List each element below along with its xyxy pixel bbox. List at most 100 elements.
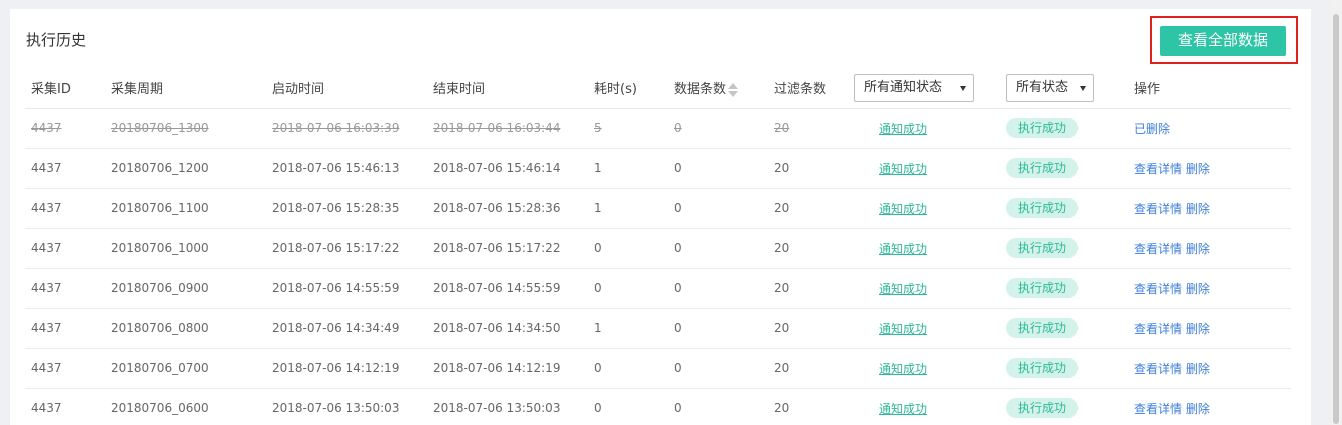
delete-link[interactable]: 删除 [1186, 162, 1210, 176]
status-badge: 执行成功 [1006, 198, 1079, 218]
table-row: 4437 20180706_1300 2018-07-06 16:03:39 2… [25, 108, 1291, 149]
cell-action: 查看详情 删除 [1128, 268, 1291, 309]
view-detail-link[interactable]: 查看详情 [1134, 162, 1182, 176]
table-body: 4437 20180706_1300 2018-07-06 16:03:39 2… [25, 108, 1291, 425]
cell-action: 查看详情 删除 [1128, 348, 1291, 389]
col-header-end: 结束时间 [427, 68, 588, 109]
status-badge: 执行成功 [1006, 118, 1079, 138]
cell-end: 2018-07-06 15:17:22 [427, 228, 588, 269]
delete-link[interactable]: 删除 [1186, 282, 1210, 296]
cell-count: 0 [668, 188, 768, 229]
cell-filter: 20 [768, 348, 848, 389]
cell-notify: 通知成功 [848, 308, 1000, 349]
cell-count: 0 [668, 388, 768, 425]
cell-count: 0 [668, 148, 768, 189]
caret-down-icon [1080, 85, 1086, 91]
cell-filter: 20 [768, 228, 848, 269]
col-header-action: 操作 [1128, 68, 1291, 109]
history-table: 采集ID 采集周期 启动时间 结束时间 耗时(s) 数据条数 过滤条数 所有通知… [25, 68, 1291, 425]
notify-status-link[interactable]: 通知成功 [879, 402, 927, 416]
cell-action: 查看详情 删除 [1128, 308, 1291, 349]
cell-notify: 通知成功 [848, 388, 1000, 425]
vertical-scrollbar[interactable] [1330, 0, 1342, 425]
cell-filter: 20 [768, 148, 848, 189]
status-badge: 执行成功 [1006, 318, 1079, 338]
cell-end: 2018-07-06 14:55:59 [427, 268, 588, 309]
cell-notify: 通知成功 [848, 188, 1000, 229]
cell-period: 20180706_0900 [105, 268, 266, 309]
delete-link[interactable]: 删除 [1186, 362, 1210, 376]
deleted-label: 已删除 [1134, 121, 1171, 136]
cell-filter: 20 [768, 108, 848, 149]
notify-status-link[interactable]: 通知成功 [879, 282, 927, 296]
view-detail-link[interactable]: 查看详情 [1134, 362, 1182, 376]
cell-start: 2018-07-06 14:34:49 [266, 308, 427, 349]
notify-status-link[interactable]: 通知成功 [879, 322, 927, 336]
cell-id: 4437 [25, 348, 105, 389]
view-detail-link[interactable]: 查看详情 [1134, 322, 1182, 336]
cell-start: 2018-07-06 15:17:22 [266, 228, 427, 269]
notify-status-select[interactable]: 所有通知状态 [854, 73, 974, 102]
table-row: 4437 20180706_0600 2018-07-06 13:50:03 2… [25, 388, 1291, 425]
table-header: 采集ID 采集周期 启动时间 结束时间 耗时(s) 数据条数 过滤条数 所有通知… [25, 68, 1291, 109]
sort-icon[interactable] [728, 82, 739, 98]
cell-end: 2018-07-06 15:46:14 [427, 148, 588, 189]
view-detail-link[interactable]: 查看详情 [1134, 282, 1182, 296]
status-badge: 执行成功 [1006, 358, 1079, 378]
table-row: 4437 20180706_0900 2018-07-06 14:55:59 2… [25, 268, 1291, 309]
cell-duration: 5 [588, 108, 668, 149]
delete-link[interactable]: 删除 [1186, 402, 1210, 416]
notify-status-link[interactable]: 通知成功 [879, 242, 927, 256]
notify-status-link[interactable]: 通知成功 [879, 122, 927, 136]
cell-start: 2018-07-06 14:55:59 [266, 268, 427, 309]
col-header-notify: 所有通知状态 [848, 68, 1000, 109]
cell-duration: 0 [588, 268, 668, 309]
cell-period: 20180706_0600 [105, 388, 266, 425]
col-header-filter: 过滤条数 [768, 68, 848, 109]
col-header-status: 所有状态 [1000, 68, 1128, 109]
table-row: 4437 20180706_1100 2018-07-06 15:28:35 2… [25, 188, 1291, 229]
delete-link[interactable]: 删除 [1186, 202, 1210, 216]
cell-end: 2018-07-06 16:03:44 [427, 108, 588, 149]
status-select-value: 所有状态 [1016, 79, 1069, 95]
table-row: 4437 20180706_1000 2018-07-06 15:17:22 2… [25, 228, 1291, 269]
cell-duration: 0 [588, 348, 668, 389]
cell-status: 执行成功 [1000, 348, 1128, 389]
status-badge: 执行成功 [1006, 398, 1079, 418]
scrollbar-thumb[interactable] [1333, 14, 1339, 424]
status-badge: 执行成功 [1006, 158, 1079, 178]
cell-notify: 通知成功 [848, 348, 1000, 389]
notify-status-link[interactable]: 通知成功 [879, 162, 927, 176]
notify-status-link[interactable]: 通知成功 [879, 202, 927, 216]
cell-status: 执行成功 [1000, 388, 1128, 425]
cell-status: 执行成功 [1000, 308, 1128, 349]
cell-action: 查看详情 删除 [1128, 188, 1291, 229]
cell-action: 已删除 [1128, 108, 1291, 149]
delete-link[interactable]: 删除 [1186, 322, 1210, 336]
cell-period: 20180706_0700 [105, 348, 266, 389]
cell-filter: 20 [768, 188, 848, 229]
col-header-start: 启动时间 [266, 68, 427, 109]
cell-period: 20180706_1300 [105, 108, 266, 149]
view-detail-link[interactable]: 查看详情 [1134, 242, 1182, 256]
cell-period: 20180706_1000 [105, 228, 266, 269]
cell-duration: 1 [588, 308, 668, 349]
cell-notify: 通知成功 [848, 148, 1000, 189]
cell-id: 4437 [25, 308, 105, 349]
cell-filter: 20 [768, 388, 848, 425]
view-detail-link[interactable]: 查看详情 [1134, 402, 1182, 416]
delete-link[interactable]: 删除 [1186, 242, 1210, 256]
cell-period: 20180706_0800 [105, 308, 266, 349]
cell-action: 查看详情 删除 [1128, 148, 1291, 189]
cell-filter: 20 [768, 308, 848, 349]
notify-status-link[interactable]: 通知成功 [879, 362, 927, 376]
view-detail-link[interactable]: 查看详情 [1134, 202, 1182, 216]
table-row: 4437 20180706_1200 2018-07-06 15:46:13 2… [25, 148, 1291, 189]
view-all-data-button[interactable]: 查看全部数据 [1160, 26, 1286, 56]
col-header-count[interactable]: 数据条数 [668, 68, 768, 109]
cell-period: 20180706_1200 [105, 148, 266, 189]
cell-start: 2018-07-06 16:03:39 [266, 108, 427, 149]
status-select[interactable]: 所有状态 [1006, 73, 1094, 102]
cell-id: 4437 [25, 388, 105, 425]
col-header-count-label: 数据条数 [674, 82, 727, 97]
